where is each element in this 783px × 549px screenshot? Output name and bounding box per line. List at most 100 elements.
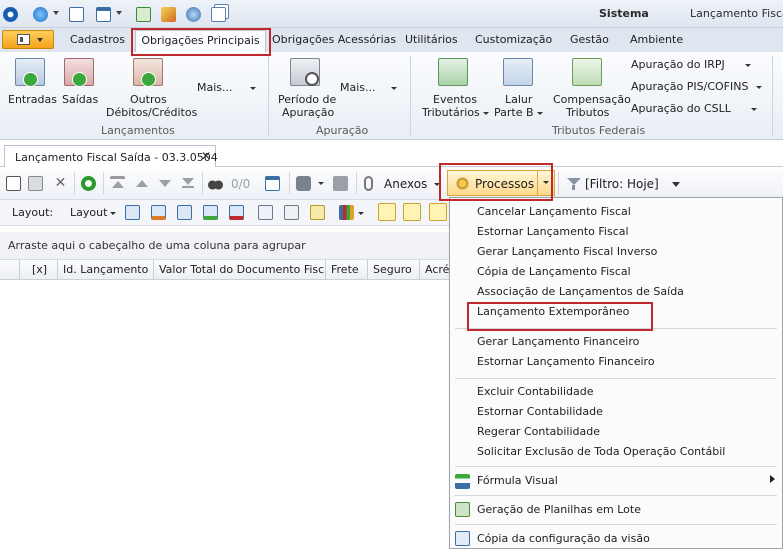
menu-item-estornar-financeiro[interactable]: Estornar Lançamento Financeiro [477, 355, 655, 368]
pencil-icon[interactable] [160, 5, 176, 23]
apuracao-irpj-button[interactable]: Apuração do IRPJ [631, 58, 751, 71]
menu-item-formula-visual[interactable]: Fórmula Visual [477, 474, 558, 487]
lalur-button[interactable]: Parte B [494, 106, 543, 119]
copy-icon[interactable] [210, 5, 226, 23]
menu-item-gerar-financeiro[interactable]: Gerar Lançamento Financeiro [477, 335, 639, 348]
tab-gestao[interactable]: Gestão [570, 33, 609, 46]
periodo-label-1[interactable]: Período de [278, 93, 336, 106]
table-icon[interactable] [177, 205, 192, 220]
row-indicator-header [0, 260, 20, 280]
calendar-icon[interactable] [265, 176, 280, 191]
chevron-down-icon [482, 111, 489, 115]
column-header-frete[interactable]: Frete [326, 260, 368, 280]
lancamentos-mais-button[interactable]: Mais... [197, 81, 233, 94]
chevron-down-icon[interactable] [247, 81, 256, 94]
delete-icon[interactable]: ✕ [53, 176, 68, 191]
window-icon[interactable] [68, 5, 84, 23]
menu-item-copia-configuracao[interactable]: Cópia da configuração da visão [477, 532, 650, 545]
saidas-button[interactable]: Saídas [62, 93, 98, 106]
tab-ambiente[interactable]: Ambiente [630, 33, 683, 46]
menu-item-estornar-lancamento[interactable]: Estornar Lançamento Fiscal [477, 225, 629, 238]
add-icon [141, 72, 156, 87]
layout-dropdown[interactable]: Layout [70, 206, 117, 219]
chevron-down-icon[interactable] [318, 176, 324, 191]
menu-item-lancamento-extemporaneo[interactable]: Lançamento Extemporâneo [477, 305, 629, 318]
tab-utilitarios[interactable]: Utilitários [405, 33, 458, 46]
chevron-down-icon[interactable] [434, 177, 440, 191]
globe-icon[interactable] [32, 5, 48, 23]
chevron-down-icon [543, 181, 549, 184]
apuracao-csll-button[interactable]: Apuração do CSLL [631, 102, 757, 115]
column-header-seguro[interactable]: Seguro [368, 260, 420, 280]
layout-icon[interactable] [95, 5, 111, 23]
close-icon[interactable]: ✕ [201, 149, 211, 163]
anexos-button[interactable]: Anexos [384, 177, 427, 191]
refresh-icon[interactable] [81, 176, 96, 191]
chevron-down-icon[interactable] [388, 81, 397, 94]
grid-icon[interactable] [125, 205, 140, 220]
chevron-down-icon[interactable] [53, 11, 59, 15]
menu-item-solicitar-exclusao[interactable]: Solicitar Exclusão de Toda Operação Cont… [477, 445, 725, 458]
menu-item-associacao-saida[interactable]: Associação de Lançamentos de Saída [477, 285, 684, 298]
eventos-button[interactable]: Tributários [422, 106, 489, 119]
grid-save-icon[interactable] [151, 205, 166, 220]
tab-customizacao[interactable]: Customização [475, 33, 552, 46]
column-header-select[interactable]: [x] [20, 260, 58, 280]
compensacao-label-1[interactable]: Compensação [553, 93, 631, 106]
export-icon[interactable] [135, 5, 151, 23]
print-icon[interactable] [333, 176, 348, 191]
entradas-button[interactable]: Entradas [8, 93, 57, 106]
import-grid-icon[interactable] [229, 205, 244, 220]
toolbar-separator [289, 172, 290, 194]
apuracao-pis-cofins-button[interactable]: Apuração PIS/COFINS [631, 80, 763, 93]
view-card-icon[interactable] [378, 203, 396, 221]
outros-label-2[interactable]: Débitos/Créditos [106, 106, 197, 119]
columns-icon[interactable] [258, 205, 273, 220]
group-label-tributos: Tributos Federais [552, 124, 646, 137]
app-logo-icon[interactable] [2, 5, 18, 23]
document-tab[interactable]: Lançamento Fiscal Saída - 03.3.0504 ✕ [4, 145, 218, 167]
filter-button[interactable]: [Filtro: Hoje] [585, 177, 659, 191]
lalur-label-1[interactable]: Lalur [505, 93, 532, 106]
view-list-icon[interactable] [429, 203, 447, 221]
chevron-down-icon[interactable] [358, 206, 364, 219]
tab-obrigacoes-acessorias[interactable]: Obrigações Acessórias [272, 33, 396, 46]
clock-icon [305, 72, 319, 86]
application-menu-button[interactable] [2, 30, 54, 49]
network-icon[interactable] [185, 5, 201, 23]
menu-item-geracao-planilhas[interactable]: Geração de Planilhas em Lote [477, 503, 641, 516]
tab-cadastros[interactable]: Cadastros [70, 33, 125, 46]
eventos-label-1[interactable]: Eventos [433, 93, 477, 106]
previous-record-icon[interactable] [134, 176, 149, 191]
menu-item-regerar-contabilidade[interactable]: Regerar Contabilidade [477, 425, 600, 438]
periodo-label-2[interactable]: Apuração [282, 106, 334, 119]
column-header-id-lancamento[interactable]: Id. Lançamento [58, 260, 154, 280]
new-icon[interactable] [6, 176, 21, 191]
next-record-icon[interactable] [157, 176, 172, 191]
menu-item-gerar-inverso[interactable]: Gerar Lançamento Fiscal Inverso [477, 245, 657, 258]
export-grid-icon[interactable] [203, 205, 218, 220]
menu-item-copia-lancamento[interactable]: Cópia de Lançamento Fiscal [477, 265, 631, 278]
chevron-down-icon[interactable] [672, 177, 680, 191]
last-record-icon[interactable] [180, 176, 195, 191]
document-icon [17, 34, 30, 45]
column-header-valor-total[interactable]: Valor Total do Documento Fiscal [154, 260, 326, 280]
compensacao-label-2[interactable]: Tributos [566, 106, 609, 119]
menu-item-estornar-contabilidade[interactable]: Estornar Contabilidade [477, 405, 603, 418]
sum-icon[interactable] [284, 205, 299, 220]
apuracao-mais-button[interactable]: Mais... [340, 81, 376, 94]
edit-icon[interactable] [28, 176, 43, 191]
menu-separator [455, 378, 777, 379]
outros-label-1[interactable]: Outros [130, 93, 167, 106]
processos-dropdown-toggle[interactable] [537, 170, 555, 196]
chevron-down-icon[interactable] [116, 11, 122, 15]
tab-obrigacoes-principais[interactable]: Obrigações Principais [135, 30, 266, 52]
first-record-icon[interactable] [110, 176, 125, 191]
menu-item-excluir-contabilidade[interactable]: Excluir Contabilidade [477, 385, 593, 398]
tools-icon[interactable] [296, 176, 311, 191]
highlight-icon[interactable] [310, 205, 325, 220]
chart-icon[interactable] [339, 205, 354, 220]
binoculars-icon[interactable] [208, 176, 223, 191]
view-detail-icon[interactable] [403, 203, 421, 221]
menu-item-cancelar-lancamento[interactable]: Cancelar Lançamento Fiscal [477, 205, 631, 218]
